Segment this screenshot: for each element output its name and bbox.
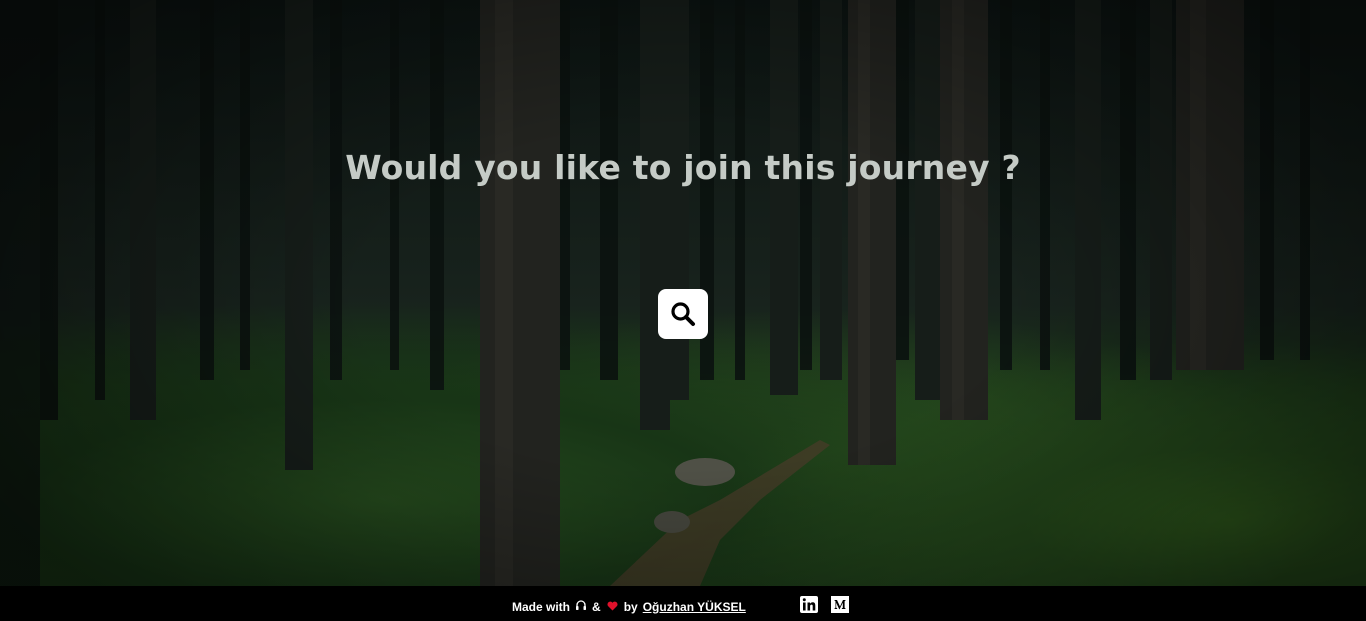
medium-link[interactable] <box>831 596 849 613</box>
by-text: by <box>623 599 638 614</box>
search-button[interactable] <box>658 289 708 339</box>
linkedin-icon <box>800 596 818 613</box>
heart-icon <box>607 600 618 614</box>
hero-title: Would you like to join this journey ? <box>345 148 1021 187</box>
headphones-icon <box>575 599 587 614</box>
linkedin-link[interactable] <box>800 596 818 613</box>
search-icon <box>671 302 695 326</box>
author-link[interactable]: Oğuzhan YÜKSEL <box>643 600 746 614</box>
footer: Made with & by Oğuzhan YÜKSEL <box>0 586 1366 621</box>
ampersand-text: & <box>592 599 601 614</box>
made-with-text: Made with <box>512 599 571 614</box>
footer-credit: Made with & by Oğuzhan YÜKSEL <box>512 599 746 614</box>
medium-icon <box>831 596 849 613</box>
